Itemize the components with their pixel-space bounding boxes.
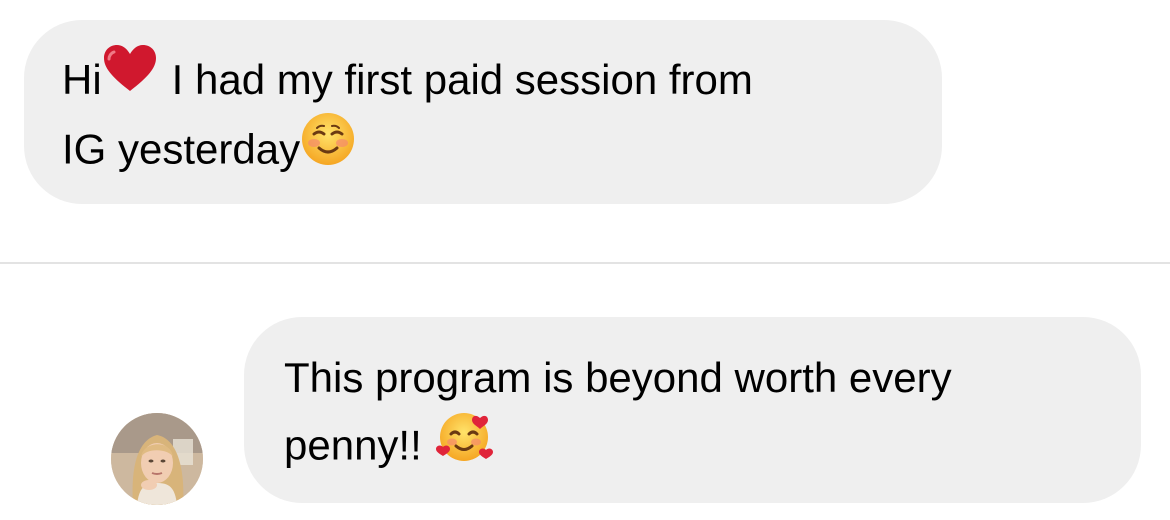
message-text: IG yesterday — [62, 126, 301, 173]
message-text: This program is beyond worth every — [284, 354, 952, 401]
smiling-face-with-blush-icon — [300, 111, 356, 184]
avatar[interactable] — [111, 413, 203, 505]
message-line-1: This program is beyond worth every — [284, 347, 1141, 409]
smiling-face-with-hearts-icon — [434, 404, 496, 483]
message-text: Hi — [62, 56, 102, 103]
message-text: I had my first paid session from — [171, 56, 753, 103]
red-heart-icon — [102, 44, 158, 111]
message-text: penny!! — [284, 421, 422, 469]
message-bubble-received[interactable]: Hi I had my first paid session from IG ye… — [24, 20, 942, 204]
message-line-2: penny!! — [284, 409, 1141, 488]
message-bubble-sent[interactable]: This program is beyond worth every penny… — [244, 317, 1141, 503]
message-line-2: IG yesterday — [62, 113, 942, 189]
message-line-1: Hi I had my first paid session from — [62, 45, 942, 116]
conversation-divider — [0, 262, 1170, 264]
